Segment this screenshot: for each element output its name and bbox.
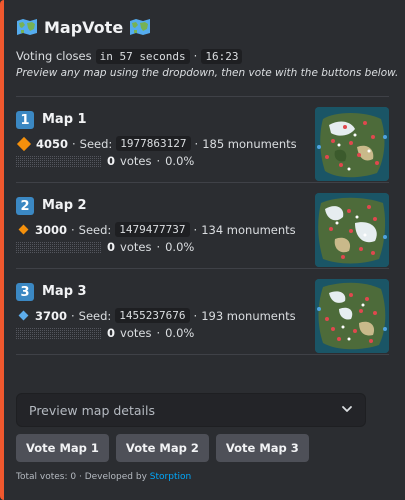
- map-option-1: 1 Map 1 4050 · Seed: 1977863127 · 185 mo…: [16, 97, 389, 183]
- map-seed: 1455237676: [115, 308, 190, 323]
- vote-percent: 0.0%: [165, 154, 195, 168]
- vote-map-1-button[interactable]: Vote Map 1: [16, 434, 109, 462]
- map-option-2: 2 Map 2 3000 · Seed: 1479477737 · 134 mo…: [16, 183, 389, 269]
- voting-closes-label: Voting closes: [16, 49, 92, 63]
- preview-map-placeholder: Preview map details: [29, 402, 156, 418]
- votes-label: votes: [120, 240, 152, 254]
- separator-dot: ·: [193, 49, 198, 63]
- monument-count: 193 monuments: [201, 308, 296, 323]
- embed-footer: Total votes: 0 · Developed by Storption: [16, 472, 191, 482]
- votes-label: votes: [120, 154, 152, 168]
- world-map-icon: [16, 18, 38, 36]
- vote-progress-bar: [16, 327, 102, 339]
- keycap-1-icon: 1: [16, 111, 34, 129]
- separator-dot: ·: [72, 136, 76, 151]
- monument-count: 134 monuments: [201, 222, 296, 237]
- vote-map-2-button[interactable]: Vote Map 2: [115, 434, 209, 462]
- seed-label: Seed:: [79, 136, 113, 151]
- monument-count: 185 monuments: [202, 136, 297, 151]
- votes-label: votes: [120, 326, 152, 340]
- map-info: 3700 · Seed: 1455237676 · 193 monuments: [16, 308, 296, 323]
- separator-dot: ·: [194, 136, 199, 151]
- vote-percent: 0.0%: [165, 240, 195, 254]
- preview-map-select[interactable]: Preview map details: [16, 393, 366, 427]
- seed-label: Seed:: [78, 308, 112, 323]
- separator-dot: ·: [193, 222, 198, 237]
- map-name: Map 3: [42, 284, 87, 299]
- embed-title: MapVote: [44, 17, 124, 37]
- map-thumbnail: [315, 107, 389, 181]
- separator-dot: ·: [156, 326, 161, 340]
- keycap-2-icon: 2: [16, 197, 34, 215]
- vote-count: 0: [107, 326, 116, 340]
- map-seed: 1479477737: [115, 222, 190, 237]
- map-info: 3000 · Seed: 1479477737 · 134 monuments: [16, 222, 296, 237]
- separator-dot: ·: [71, 222, 75, 237]
- vote-buttons: Vote Map 1 Vote Map 2 Vote Map 3: [16, 434, 309, 462]
- voting-closes-line: Voting closes in 57 seconds · 16:23: [16, 48, 389, 64]
- vote-map-3-button[interactable]: Vote Map 3: [215, 434, 309, 462]
- chevron-down-icon: [341, 403, 353, 418]
- separator-dot: ·: [156, 240, 161, 254]
- seed-label: Seed:: [78, 222, 112, 237]
- total-votes: Total votes: 0: [16, 472, 77, 482]
- voting-countdown: in 57 seconds: [95, 48, 190, 64]
- separator-dot: ·: [193, 308, 198, 323]
- map-info: 4050 · Seed: 1977863127 · 185 monuments: [16, 136, 297, 151]
- vote-progress-bar: [16, 241, 102, 253]
- voting-close-time: 16:23: [201, 48, 243, 64]
- separator-dot: ·: [71, 308, 75, 323]
- map-size: 4050: [36, 136, 69, 151]
- mapvote-embed: MapVote Voting closes in 57 seconds · 16…: [0, 0, 405, 500]
- vote-count: 0: [107, 154, 116, 168]
- map-thumbnail: [315, 279, 389, 353]
- map-size: 3700: [35, 308, 68, 323]
- world-map-icon: [129, 18, 151, 36]
- vote-progress-bar: [16, 155, 102, 167]
- vote-status: 0 votes · 0.0%: [16, 154, 194, 168]
- embed-title-row: MapVote: [16, 14, 389, 40]
- map-seed: 1977863127: [116, 136, 191, 151]
- vote-percent: 0.0%: [165, 326, 195, 340]
- separator-dot: ·: [156, 154, 161, 168]
- map-size: 3000: [35, 222, 68, 237]
- map-name: Map 2: [42, 198, 87, 213]
- vote-count: 0: [107, 240, 116, 254]
- vote-status: 0 votes · 0.0%: [16, 326, 194, 340]
- map-name: Map 1: [42, 112, 87, 127]
- vote-status: 0 votes · 0.0%: [16, 240, 194, 254]
- map-thumbnail: [315, 193, 389, 267]
- large-orange-diamond-icon: [16, 136, 32, 151]
- instructions-text: Preview any map using the dropdown, then…: [16, 67, 399, 79]
- developed-by-label: Developed by: [84, 472, 147, 482]
- map-option-3: 3 Map 3 3700 · Seed: 1455237676 · 193 mo…: [16, 269, 389, 355]
- separator-dot: ·: [78, 472, 82, 482]
- author-link[interactable]: Storption: [150, 472, 191, 482]
- keycap-3-icon: 3: [16, 283, 34, 301]
- small-orange-diamond-icon: [18, 224, 29, 235]
- small-blue-diamond-icon: [18, 310, 29, 321]
